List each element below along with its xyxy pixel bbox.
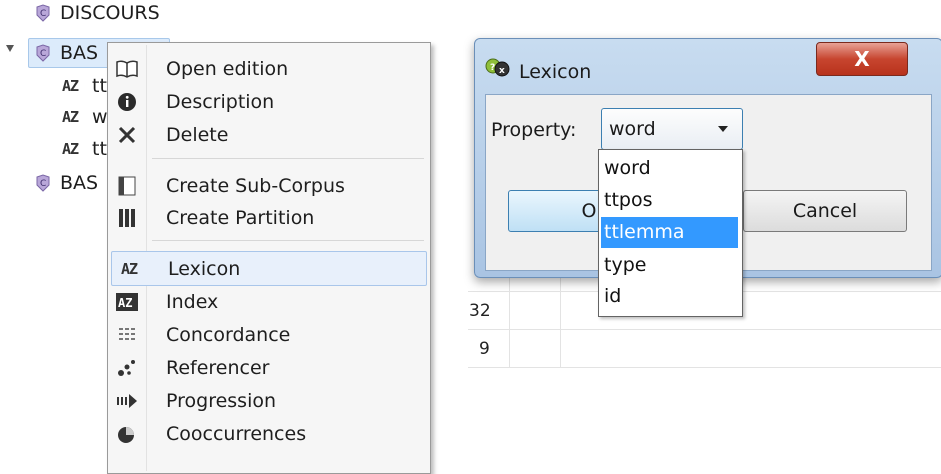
progression-icon [110,393,144,409]
table-gridline [509,276,510,368]
context-menu: Open edition Description Delete Create S… [107,42,431,474]
partition-icon [110,208,144,228]
menu-item-delete[interactable]: Delete [110,118,426,151]
tree-item-label: tt [92,138,107,160]
menu-item-concordance[interactable]: Concordance [110,318,426,351]
menu-separator [152,240,424,241]
menu-item-label: Referencer [166,356,270,379]
menu-item-label: Open edition [166,57,289,80]
chevron-down-icon [718,126,728,132]
referencer-icon [110,358,144,378]
table-gridline [468,367,941,368]
menu-item-label: Cooccurrences [166,422,307,445]
info-icon [110,92,144,112]
expand-arrow-icon[interactable] [6,45,14,52]
tree-item-lexicon-tt-1[interactable]: AZ tt [62,71,107,101]
lexicon-icon: AZ [120,259,138,278]
menu-item-label: Lexicon [168,257,241,280]
close-button[interactable]: X [816,42,908,76]
tree-item-label: BAS [60,42,99,64]
index-icon: AZ [110,292,144,311]
close-icon: X [854,47,870,71]
svg-text:AZ: AZ [118,296,132,310]
property-select[interactable]: word [601,108,743,150]
option-ttpos[interactable]: ttpos [601,185,738,216]
svg-text:C: C [40,9,46,19]
cancel-button[interactable]: Cancel [743,190,907,232]
tree-item-lexicon-w[interactable]: AZ w [62,102,108,132]
corpus-icon: C [34,174,52,192]
svg-text:x: x [499,66,505,76]
tree-item-label: BAS [60,172,99,194]
property-select-value: word [609,118,656,140]
menu-item-label: Progression [166,389,277,412]
concordance-icon [110,326,144,344]
menu-item-progression[interactable]: Progression [110,384,426,417]
menu-item-label: Index [166,290,219,313]
az-icon: AZ [62,140,79,158]
menu-item-create-partition[interactable]: Create Partition [110,201,426,234]
az-icon: AZ [62,77,79,95]
tree-item-bas-1[interactable]: C BAS [34,38,98,68]
option-word[interactable]: word [601,153,738,184]
subcorpus-icon [110,176,144,196]
table-gridline [560,276,561,368]
tree-item-label: w [92,106,108,128]
menu-item-lexicon[interactable]: AZ Lexicon [111,251,427,286]
cancel-button-label: Cancel [792,200,858,222]
cooccurrences-icon [110,424,144,444]
menu-separator [152,158,424,159]
option-type[interactable]: type [601,250,738,281]
menu-item-label: Delete [166,123,229,146]
menu-item-cooccurrences[interactable]: Cooccurrences [110,417,426,450]
tree-item-label: DISCOURS [60,2,160,24]
menu-item-description[interactable]: Description [110,85,426,118]
tree-item-discours[interactable]: C DISCOURS [34,0,160,28]
corpus-icon: C [34,44,52,62]
dialog-title: Lexicon [519,61,592,83]
table-cell: 9 [479,339,490,359]
tree-item-label: tt [92,75,107,97]
menu-item-index[interactable]: AZ Index [110,285,426,318]
menu-item-create-sub-corpus[interactable]: Create Sub-Corpus [110,169,426,202]
table-gridline [468,329,941,330]
tree-item-bas-2[interactable]: C BAS [34,168,98,198]
az-icon: AZ [62,108,79,126]
svg-text:C: C [40,49,46,59]
corpus-icon: C [34,4,52,22]
menu-item-label: Concordance [166,323,291,346]
option-ttlemma[interactable]: ttlemma [601,217,738,248]
tree-item-lexicon-tt-2[interactable]: AZ tt [62,134,107,164]
option-id[interactable]: id [601,281,738,312]
svg-text:?: ? [490,63,495,73]
menu-item-label: Description [166,90,275,113]
lexicon-dialog-icon: ? x [485,56,511,84]
property-label: Property: [491,119,577,141]
table-cell: 32 [469,301,491,321]
book-icon [110,59,144,78]
menu-item-label: Create Partition [166,206,315,229]
svg-text:C: C [40,179,46,189]
delete-icon [110,126,144,144]
ok-button-label: O [581,200,597,222]
menu-item-open-edition[interactable]: Open edition [110,52,426,85]
menu-item-referencer[interactable]: Referencer [110,351,426,384]
menu-item-label: Create Sub-Corpus [166,174,345,197]
property-dropdown-list: word ttpos ttlemma type id [598,149,743,317]
